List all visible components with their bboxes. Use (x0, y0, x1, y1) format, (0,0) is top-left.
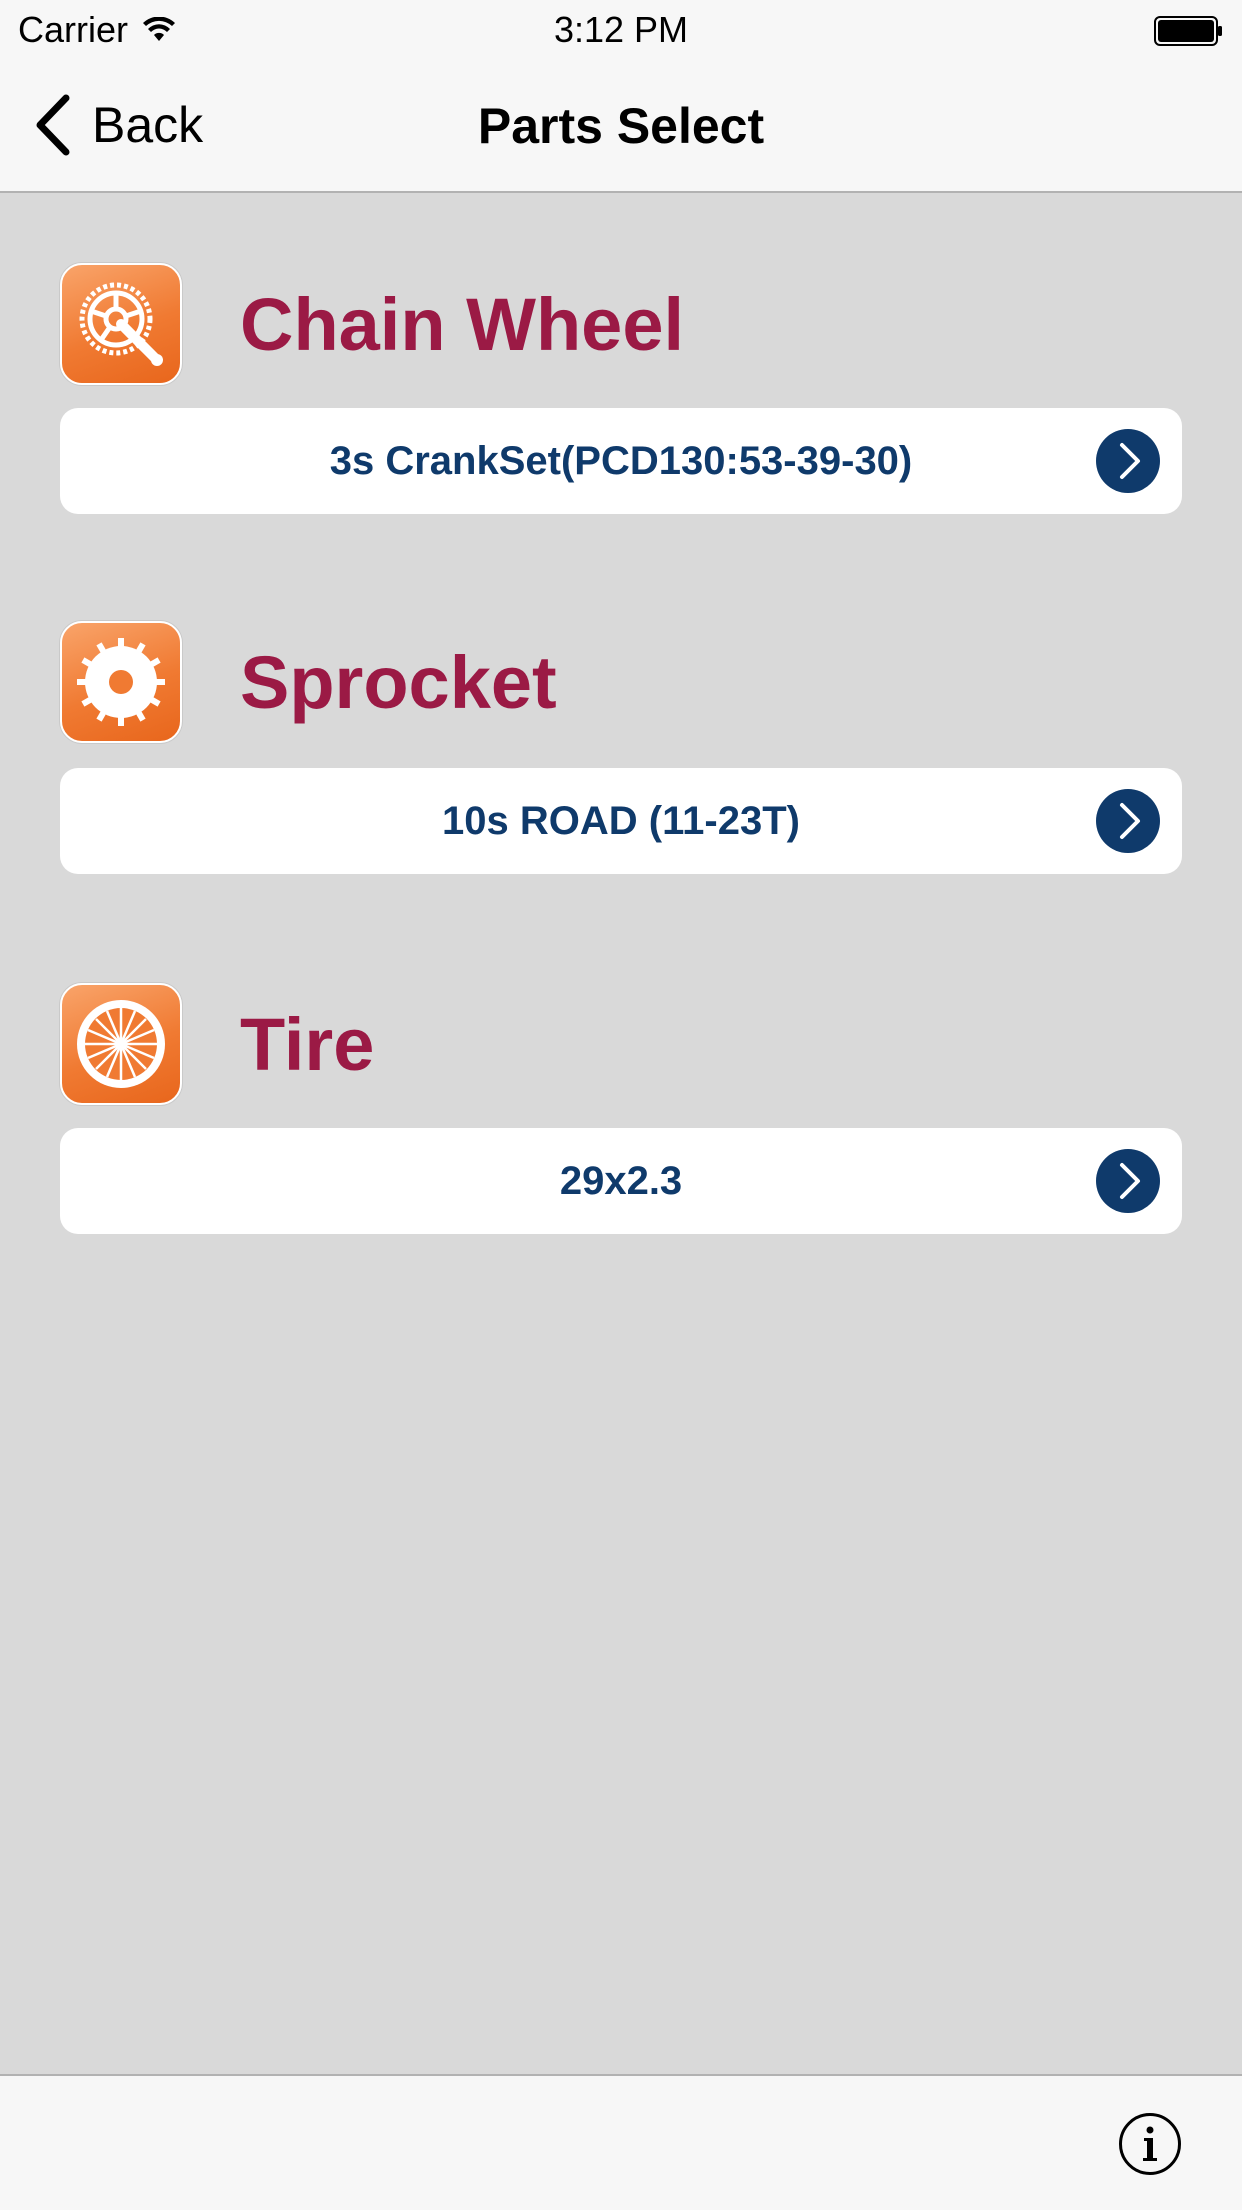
battery-icon (1154, 16, 1222, 46)
chain-wheel-value: 3s CrankSet(PCD130:53-39-30) (329, 438, 913, 483)
section-header-chain-wheel: Chain Wheel (60, 263, 685, 385)
navigation-bar: Back Parts Select (0, 60, 1242, 193)
chevron-right-circle-icon[interactable] (1096, 1149, 1160, 1213)
section-title-chain-wheel: Chain Wheel (240, 282, 685, 366)
chevron-right-circle-icon[interactable] (1096, 789, 1160, 853)
chain-wheel-icon (60, 263, 182, 385)
chain-wheel-selector[interactable]: 3s CrankSet(PCD130:53-39-30) (60, 408, 1182, 514)
section-title-tire: Tire (240, 1002, 375, 1086)
sprocket-selector[interactable]: 10s ROAD (11-23T) (60, 768, 1182, 874)
tire-value: 29x2.3 (559, 1158, 683, 1203)
tire-icon (60, 983, 182, 1105)
bottom-toolbar (0, 2074, 1242, 2210)
chevron-right-circle-icon[interactable] (1096, 429, 1160, 493)
sprocket-value: 10s ROAD (11-23T) (442, 798, 800, 843)
sprocket-icon (60, 621, 182, 743)
status-bar: Carrier 3:12 PM (0, 0, 1242, 60)
section-header-tire: Tire (60, 983, 375, 1105)
page-title: Parts Select (477, 98, 765, 154)
status-time: 3:12 PM (553, 9, 689, 50)
section-header-sprocket: Sprocket (60, 621, 557, 743)
section-title-sprocket: Sprocket (240, 640, 557, 724)
tire-selector[interactable]: 29x2.3 (60, 1128, 1182, 1234)
info-icon[interactable] (1118, 2112, 1182, 2176)
